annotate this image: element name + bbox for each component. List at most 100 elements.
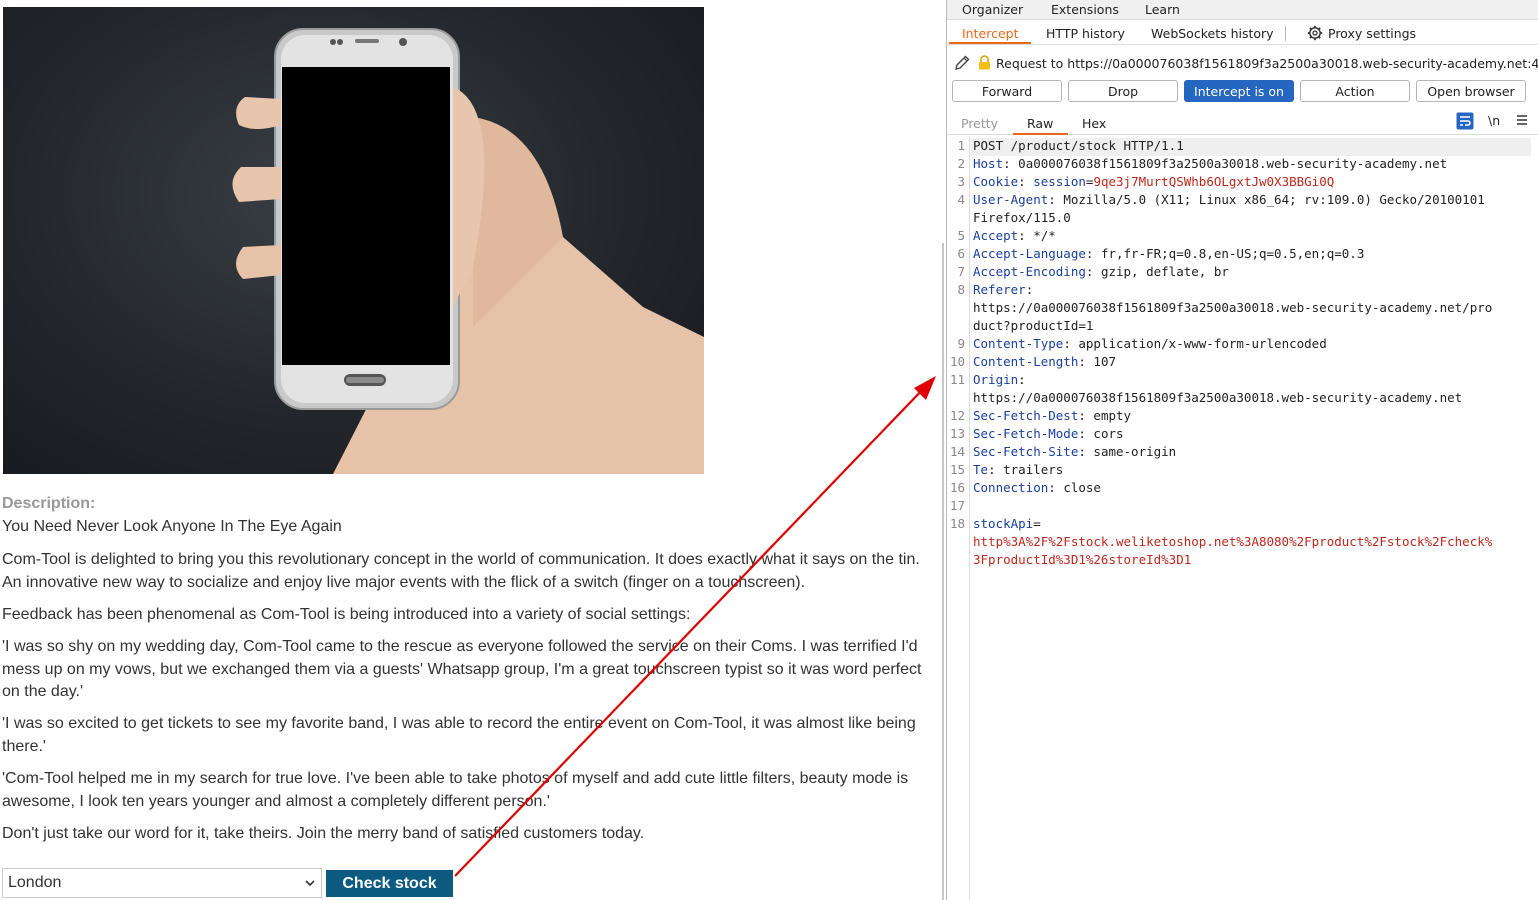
chevron-down-icon — [305, 879, 315, 886]
header-value: Firefox/115.0 — [973, 210, 1071, 225]
line-number-gutter: 1 2 3 4 5 6 7 8 9 10 11 12 13 14 15 16 17 18 — [947, 136, 970, 900]
tab-pretty[interactable]: Pretty — [961, 116, 998, 131]
request-editor[interactable]: 1 2 3 4 5 6 7 8 9 10 11 12 13 14 15 16 17 18 POST /produc… — [947, 136, 1538, 900]
forward-button[interactable]: Forward — [952, 80, 1062, 102]
request-line: User-Agent: Mozilla/5.0 (X11; Linux x86_… — [973, 192, 1485, 207]
check-stock-button[interactable]: Check stock — [326, 870, 453, 897]
header-value: */* — [1033, 228, 1056, 243]
tab-proxy-settings[interactable]: Proxy settings — [1328, 26, 1416, 41]
tab-hex[interactable]: Hex — [1082, 116, 1106, 131]
cookie-value: 9qe3j7MurtQSWhb6OLgxtJw0X3BBGi0Q — [1093, 174, 1335, 189]
menu-extensions[interactable]: Extensions — [1051, 2, 1119, 17]
header-value: cors — [1093, 426, 1124, 441]
description-title: You Need Never Look Anyone In The Eye Ag… — [2, 518, 342, 535]
line-number: 11 — [949, 372, 965, 387]
tab-websockets-history[interactable]: WebSockets history — [1151, 26, 1274, 41]
line-number: 16 — [949, 480, 965, 495]
header-name: Te — [973, 462, 989, 477]
header-name: Host — [973, 156, 1004, 171]
request-line: Sec-Fetch-Mode: cors — [973, 426, 1124, 441]
header-value: empty — [1093, 408, 1132, 423]
header-name: Sec-Fetch-Dest — [973, 408, 1079, 423]
header-name: Accept — [973, 228, 1019, 243]
request-line: Origin: — [973, 372, 1026, 387]
product-image — [3, 7, 704, 474]
request-line: Cookie: session=9qe3j7MurtQSWhb6OLgxtJw0… — [973, 174, 1335, 189]
gear-icon — [1307, 25, 1323, 41]
request-line: Content-Type: application/x-www-form-url… — [973, 336, 1327, 351]
header-value: gzip, deflate, br — [1100, 264, 1229, 279]
testimonial-paragraph: 'Com-Tool helped me in my search for tru… — [2, 770, 909, 810]
request-line: Connection: close — [973, 480, 1101, 495]
request-line: http%3A%2F%2Fstock.weliketoshop.net%3A80… — [973, 534, 1492, 549]
request-line: 3FproductId%3D1%26storeId%3D1 — [973, 552, 1191, 567]
pencil-icon[interactable] — [953, 54, 971, 72]
action-button[interactable]: Action — [1300, 80, 1410, 102]
request-line: Sec-Fetch-Dest: empty — [973, 408, 1132, 423]
active-tab-indicator — [949, 42, 1031, 44]
request-line: stockApi= — [973, 516, 1041, 531]
product-page: Description: You Need Never Look Anyone … — [0, 0, 942, 900]
drop-button[interactable]: Drop — [1068, 80, 1178, 102]
menu-learn[interactable]: Learn — [1145, 2, 1180, 17]
header-name: Content-Type — [973, 336, 1064, 351]
request-line: Te: trailers — [973, 462, 1064, 477]
line-number: 13 — [949, 426, 965, 441]
tab-http-history[interactable]: HTTP history — [1046, 26, 1125, 41]
request-line: Accept-Language: fr,fr-FR;q=0.8,en-US;q=… — [973, 246, 1365, 261]
header-name: Connection — [973, 480, 1049, 495]
header-name: Cookie — [973, 174, 1019, 189]
line-number: 10 — [949, 354, 965, 369]
store-select[interactable]: London — [2, 868, 322, 898]
cookie-name: session — [1033, 174, 1086, 189]
scrollbar[interactable] — [942, 243, 944, 900]
lock-icon — [979, 55, 990, 70]
line-number: 7 — [957, 264, 965, 279]
request-line: Host: 0a000076038f1561809f3a2500a30018.w… — [973, 156, 1448, 171]
header-name: Referer — [973, 282, 1026, 297]
header-value: POST /product/stock HTTP/1.1 — [973, 138, 1184, 153]
closing-paragraph: Don't just take our word for it, take th… — [2, 825, 645, 842]
line-number: 14 — [949, 444, 965, 459]
proxy-tabs: Intercept HTTP history WebSockets histor… — [947, 21, 1538, 45]
request-line: Accept-Encoding: gzip, deflate, br — [973, 264, 1229, 279]
request-target-text: Request to https://0a000076038f1561809f3… — [996, 56, 1538, 71]
top-menu-bar: Organizer Extensions Learn — [947, 0, 1538, 20]
stockapi-value: 3FproductId%3D1%26storeId%3D1 — [973, 552, 1192, 567]
open-browser-button[interactable]: Open browser — [1416, 80, 1526, 102]
line-number: 4 — [957, 192, 965, 207]
header-value: Mozilla/5.0 (X11; Linux x86_64; rv:109.0… — [1063, 192, 1485, 207]
request-line: Accept: */* — [973, 228, 1056, 243]
header-value: https://0a000076038f1561809f3a2500a30018… — [973, 390, 1463, 405]
newline-toggle-icon[interactable]: \n — [1488, 113, 1500, 128]
header-value: same-origin — [1093, 444, 1177, 459]
word-wrap-icon[interactable] — [1456, 112, 1474, 130]
menu-organizer[interactable]: Organizer — [962, 2, 1023, 17]
line-number: 5 — [957, 228, 965, 243]
intercept-toggle-button[interactable]: Intercept is on — [1184, 80, 1294, 102]
line-number: 2 — [957, 156, 965, 171]
header-name: Accept-Encoding — [973, 264, 1086, 279]
header-value: 0a000076038f1561809f3a2500a30018.web-sec… — [1018, 156, 1448, 171]
tab-raw[interactable]: Raw — [1027, 116, 1053, 131]
header-value: application/x-www-form-urlencoded — [1078, 336, 1327, 351]
header-name: stockApi — [973, 516, 1034, 531]
testimonial-paragraph: 'I was so excited to get tickets to see … — [2, 715, 916, 755]
line-number: 8 — [957, 282, 965, 297]
header-value: close — [1063, 480, 1101, 495]
description-paragraph: Com-Tool is delighted to bring you this … — [2, 551, 920, 591]
line-number: 1 — [957, 138, 965, 153]
header-name: Accept-Language — [973, 246, 1086, 261]
header-value: https://0a000076038f1561809f3a2500a30018… — [973, 300, 1493, 315]
line-number: 6 — [957, 246, 965, 261]
header-value: trailers — [1003, 462, 1064, 477]
menu-icon[interactable] — [1516, 114, 1528, 126]
header-name: Origin — [973, 372, 1019, 387]
request-target: Request to https://0a000076038f1561809f3… — [947, 52, 1538, 74]
header-name: Content-Length — [973, 354, 1079, 369]
testimonial-paragraph: 'I was so shy on my wedding day, Com-Too… — [2, 638, 922, 700]
header-name: User-Agent — [973, 192, 1049, 207]
request-line: https://0a000076038f1561809f3a2500a30018… — [973, 390, 1462, 405]
description-paragraph: Feedback has been phenomenal as Com-Tool… — [2, 606, 691, 623]
tab-intercept[interactable]: Intercept — [962, 26, 1018, 41]
